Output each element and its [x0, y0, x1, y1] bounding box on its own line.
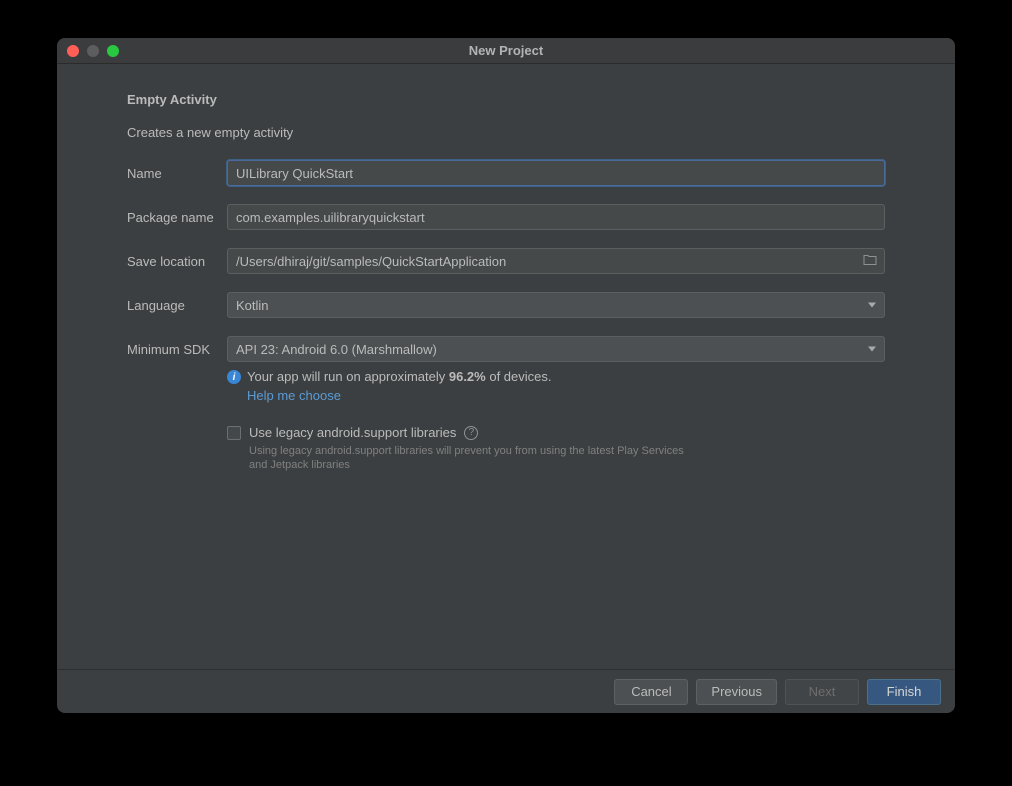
help-me-choose-link[interactable]: Help me choose — [247, 388, 885, 403]
minimize-icon — [87, 45, 99, 57]
previous-button[interactable]: Previous — [696, 679, 777, 705]
close-icon[interactable] — [67, 45, 79, 57]
section-subtitle: Creates a new empty activity — [127, 125, 885, 140]
package-label: Package name — [127, 210, 227, 225]
section-title: Empty Activity — [127, 92, 885, 107]
legacy-support-checkbox[interactable] — [227, 426, 241, 440]
row-min-sdk: Minimum SDK API 23: Android 6.0 (Marshma… — [127, 336, 885, 362]
cancel-button[interactable]: Cancel — [614, 679, 688, 705]
next-button: Next — [785, 679, 859, 705]
chevron-down-icon — [868, 303, 876, 308]
chevron-down-icon — [868, 347, 876, 352]
dialog-footer: Cancel Previous Next Finish — [57, 669, 955, 713]
finish-button[interactable]: Finish — [867, 679, 941, 705]
name-label: Name — [127, 166, 227, 181]
dialog-content: Empty Activity Creates a new empty activ… — [57, 64, 955, 669]
legacy-support-description: Using legacy android.support libraries w… — [249, 444, 689, 472]
device-coverage-info: i Your app will run on approximately 96.… — [227, 368, 885, 386]
min-sdk-select-value: API 23: Android 6.0 (Marshmallow) — [236, 342, 437, 357]
legacy-checkbox-row: Use legacy android.support libraries ? — [227, 425, 885, 440]
help-icon[interactable]: ? — [464, 426, 478, 440]
window-title: New Project — [469, 43, 543, 58]
row-package: Package name — [127, 204, 885, 230]
language-select-value: Kotlin — [236, 298, 269, 313]
browse-folder-icon[interactable] — [863, 254, 877, 269]
row-save-location: Save location — [127, 248, 885, 274]
titlebar: New Project — [57, 38, 955, 64]
save-location-input[interactable] — [227, 248, 885, 274]
window-controls — [67, 45, 119, 57]
min-sdk-label: Minimum SDK — [127, 342, 227, 357]
language-label: Language — [127, 298, 227, 313]
language-select[interactable]: Kotlin — [227, 292, 885, 318]
info-percentage: 96.2% — [449, 369, 486, 384]
min-sdk-select[interactable]: API 23: Android 6.0 (Marshmallow) — [227, 336, 885, 362]
package-input[interactable] — [227, 204, 885, 230]
new-project-dialog: New Project Empty Activity Creates a new… — [57, 38, 955, 713]
name-input[interactable] — [227, 160, 885, 186]
legacy-support-label: Use legacy android.support libraries — [249, 425, 456, 440]
info-icon: i — [227, 370, 241, 384]
row-name: Name — [127, 160, 885, 186]
device-coverage-text: Your app will run on approximately 96.2%… — [247, 368, 552, 386]
info-prefix: Your app will run on approximately — [247, 369, 449, 384]
info-suffix: of devices. — [486, 369, 552, 384]
save-location-label: Save location — [127, 254, 227, 269]
maximize-icon[interactable] — [107, 45, 119, 57]
row-language: Language Kotlin — [127, 292, 885, 318]
